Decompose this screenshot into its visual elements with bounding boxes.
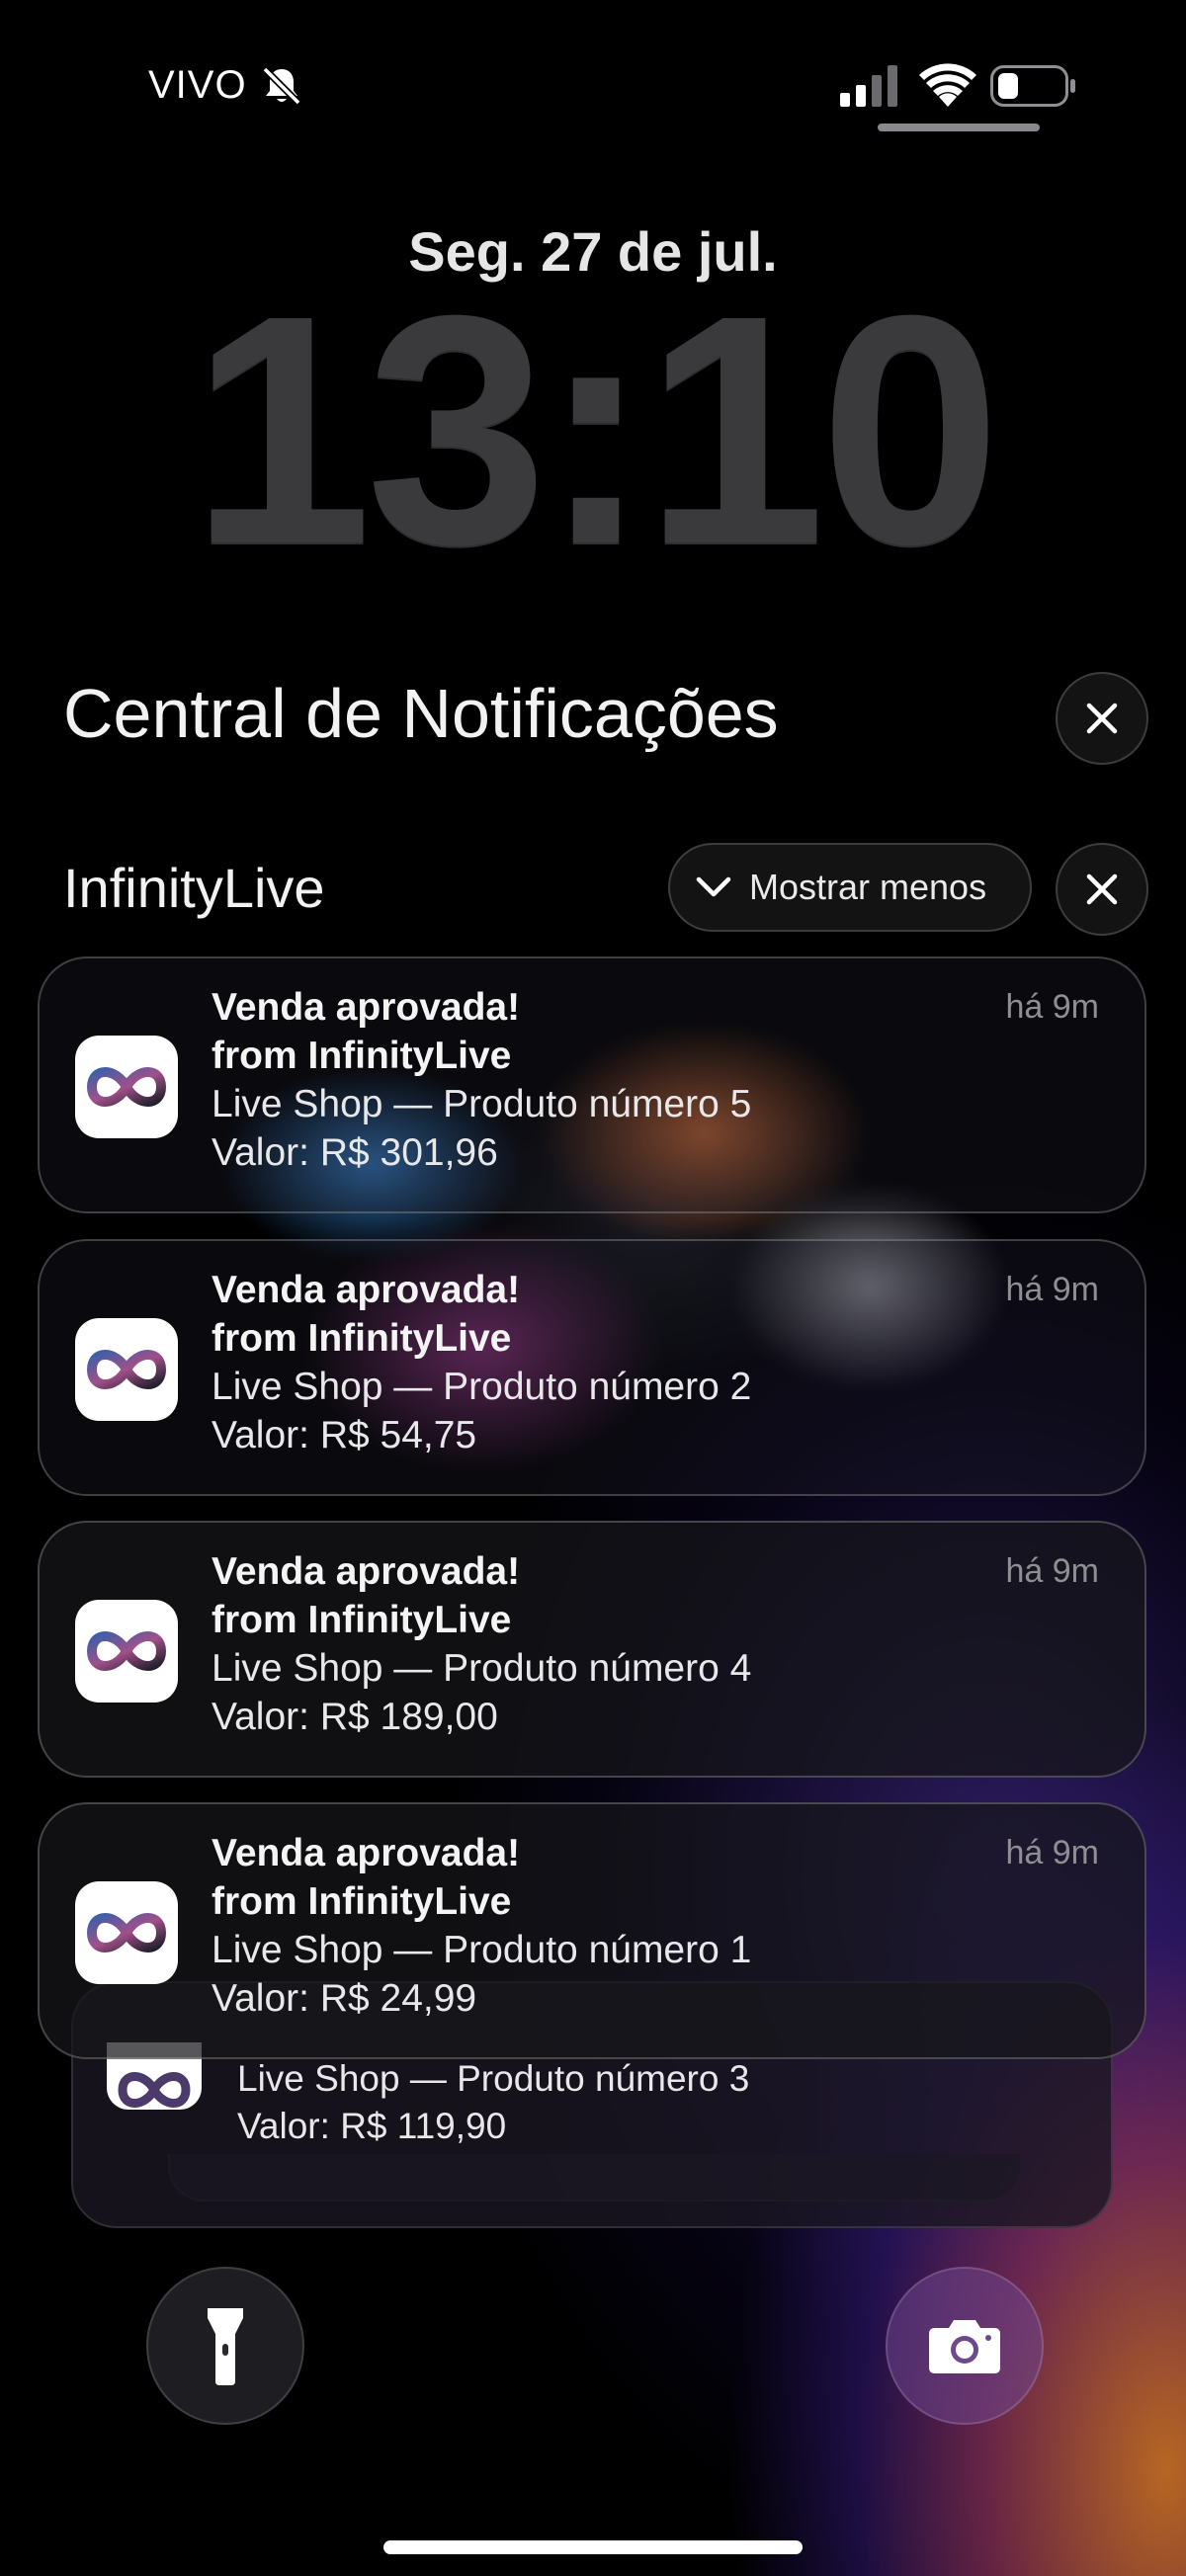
notification-body: Live Shop — Produto número 5 xyxy=(212,1083,752,1125)
show-less-button[interactable]: Mostrar menos xyxy=(668,843,1032,932)
notification-subtitle: from InfinityLive xyxy=(212,1317,512,1360)
notification-time: há 9m xyxy=(1005,988,1100,1026)
bell-slash-icon xyxy=(262,66,301,106)
notification-subtitle: from InfinityLive xyxy=(212,1599,512,1641)
close-icon xyxy=(1086,873,1118,905)
camera-icon xyxy=(929,2320,1000,2373)
infinitylive-app-icon xyxy=(75,1036,178,1138)
infinitylive-app-icon xyxy=(75,1881,178,1984)
notification-body: Live Shop — Produto número 1 xyxy=(212,1929,752,1971)
close-icon xyxy=(1086,703,1118,734)
notification-value: Valor: R$ 189,00 xyxy=(212,1696,498,1738)
notification-value: Valor: R$ 301,96 xyxy=(212,1131,498,1174)
notification-value: Valor: R$ 54,75 xyxy=(212,1414,477,1456)
notification-title: Venda aprovada! xyxy=(212,1269,521,1311)
infinitylive-app-icon xyxy=(75,1600,178,1703)
home-indicator[interactable] xyxy=(383,2540,803,2554)
infinity-logo-icon xyxy=(86,1350,167,1389)
clear-group-button[interactable] xyxy=(1056,843,1148,936)
show-less-label: Mostrar menos xyxy=(749,867,987,907)
notification-title: Venda aprovada! xyxy=(212,1832,521,1874)
battery-icon xyxy=(990,65,1075,107)
notification-subtitle: from InfinityLive xyxy=(212,1880,512,1923)
infinity-logo-icon xyxy=(86,1067,167,1107)
notification-time: há 9m xyxy=(1005,1271,1100,1308)
notification-card[interactable]: Venda aprovada! from InfinityLive Live S… xyxy=(38,1802,1146,2059)
notification-value: Valor: R$ 119,90 xyxy=(237,2106,507,2146)
notification-time: há 9m xyxy=(1005,1552,1100,1590)
control-center-indicator[interactable] xyxy=(878,124,1040,131)
infinity-logo-icon xyxy=(86,1631,167,1671)
notification-subtitle: from InfinityLive xyxy=(212,1035,512,1077)
notification-body: Live Shop — Produto número 4 xyxy=(212,1647,752,1690)
notification-title: Venda aprovada! xyxy=(212,1550,521,1593)
camera-button[interactable] xyxy=(886,2267,1044,2425)
notification-time: há 9m xyxy=(1005,1834,1100,1871)
notification-center-title: Central de Notificações xyxy=(63,675,779,752)
notification-card[interactable]: Venda aprovada! from InfinityLive Live S… xyxy=(38,956,1146,1213)
notification-title: Venda aprovada! xyxy=(212,986,521,1029)
wifi-icon xyxy=(919,63,976,107)
chevron-down-icon xyxy=(696,876,731,897)
notification-card[interactable]: Venda aprovada! from InfinityLive Live S… xyxy=(38,1521,1146,1778)
carrier-label: VIVO xyxy=(148,63,247,107)
cellular-signal-icon xyxy=(840,65,897,107)
infinity-logo-icon xyxy=(118,2072,191,2108)
clear-all-button[interactable] xyxy=(1056,672,1148,765)
lock-screen-clock: 13:10 xyxy=(190,247,1001,612)
flashlight-button[interactable] xyxy=(146,2267,304,2425)
notification-group-title: InfinityLive xyxy=(63,857,325,919)
notification-body: Live Shop — Produto número 3 xyxy=(237,2058,750,2099)
notification-value: Valor: R$ 24,99 xyxy=(212,1977,477,2020)
infinitylive-app-icon xyxy=(75,1318,178,1421)
infinity-logo-icon xyxy=(86,1913,167,1953)
notification-card[interactable]: Venda aprovada! from InfinityLive Live S… xyxy=(38,1239,1146,1496)
flashlight-icon xyxy=(208,2308,243,2385)
notification-body: Live Shop — Produto número 2 xyxy=(212,1366,752,1408)
